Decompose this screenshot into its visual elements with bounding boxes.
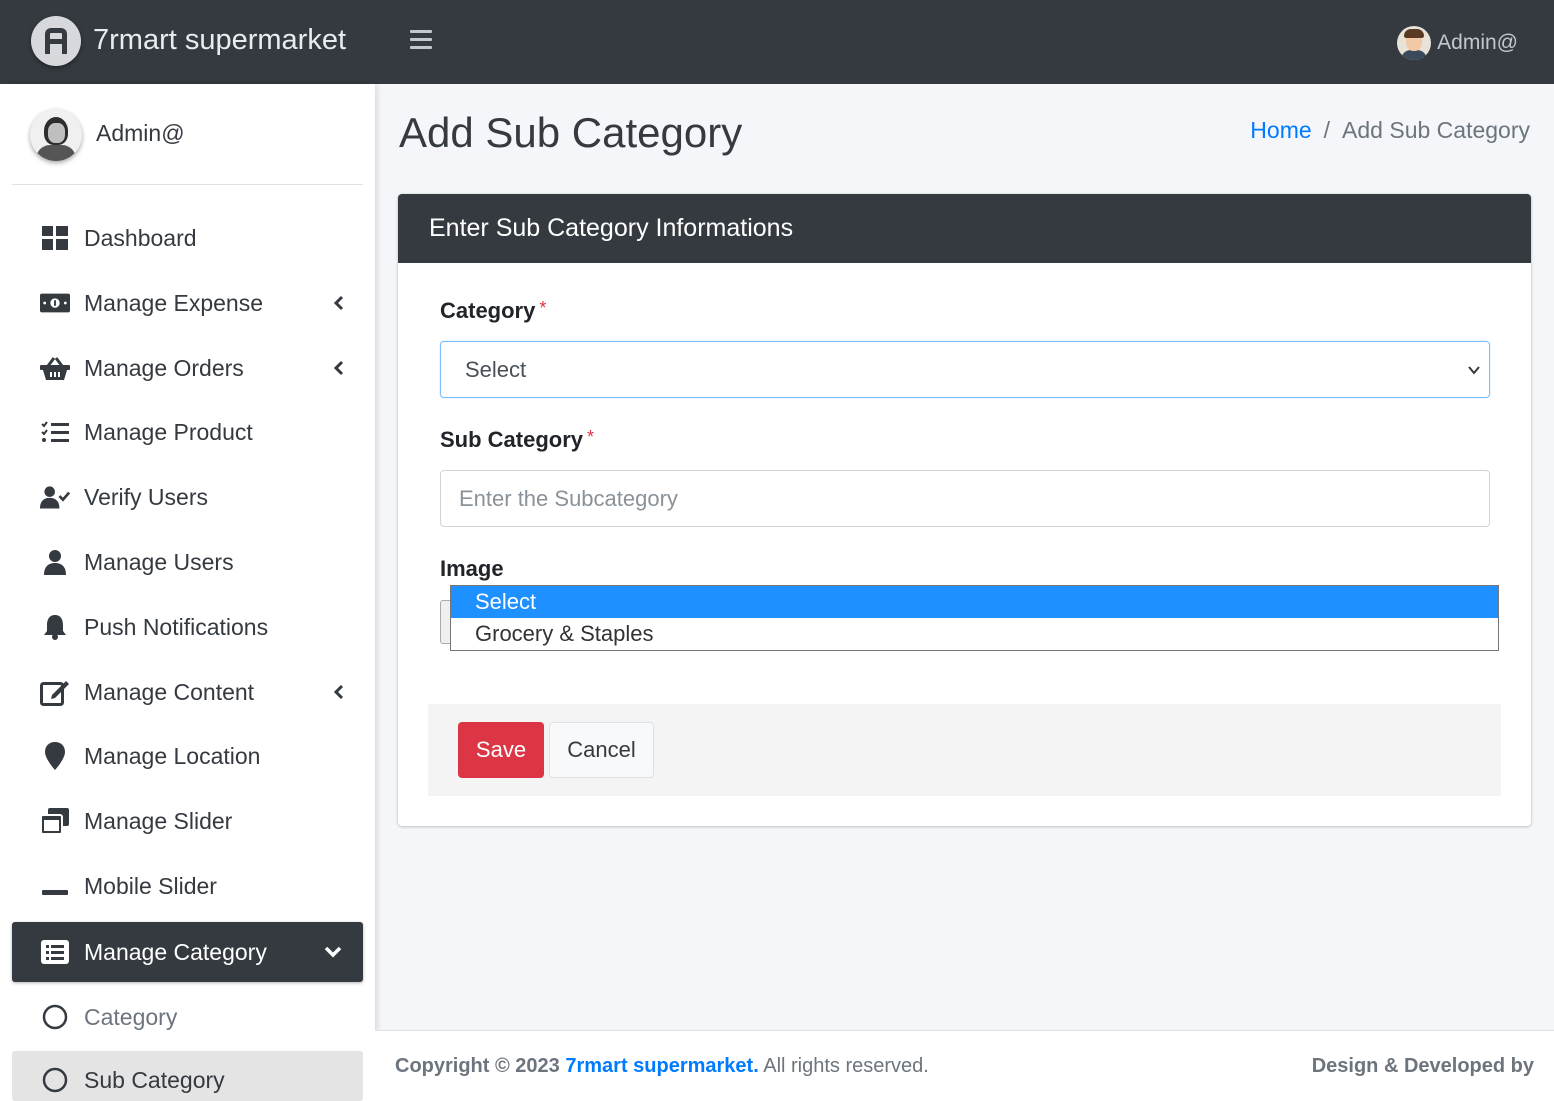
money-bill-icon xyxy=(40,288,70,318)
sidebar-item-label: Manage Slider xyxy=(84,807,233,834)
sidebar-item-label: Manage Category xyxy=(84,938,267,965)
sidebar-item-label: Push Notifications xyxy=(84,613,269,640)
sidebar-item-manage-product[interactable]: Manage Product xyxy=(12,402,363,462)
subcategory-input[interactable] xyxy=(440,470,1490,527)
brand-logo-icon xyxy=(31,16,81,66)
sidebar-item-label: Mobile Slider xyxy=(84,872,217,899)
sidebar-item-manage-expense[interactable]: Manage Expense xyxy=(12,273,363,333)
required-mark: * xyxy=(539,298,547,318)
image-label: Image xyxy=(440,556,504,581)
breadcrumb-home-link[interactable]: Home xyxy=(1250,117,1311,144)
circle-icon xyxy=(40,1002,70,1032)
sidebar-item-mobile-slider[interactable]: Mobile Slider xyxy=(12,856,363,916)
list-alt-icon xyxy=(40,937,70,967)
category-select-value: Select xyxy=(465,357,527,382)
sidebar: Admin@ Dashboard Manage Expense Manage O… xyxy=(0,84,375,1101)
top-user-menu[interactable]: Admin@ xyxy=(1397,26,1518,60)
dashboard-icon xyxy=(40,223,70,253)
breadcrumb: Home / Add Sub Category xyxy=(1250,117,1530,144)
minus-icon xyxy=(40,871,70,901)
footer-credit: Design & Developed by xyxy=(1311,1055,1534,1077)
hamburger-menu-icon[interactable] xyxy=(410,30,432,50)
sidebar-user-name[interactable]: Admin@ xyxy=(96,120,185,147)
card-title: Enter Sub Category Informations xyxy=(429,214,794,242)
sidebar-item-label: Manage Content xyxy=(84,678,255,705)
user-avatar xyxy=(30,109,82,161)
sidebar-item-verify-users[interactable]: Verify Users xyxy=(12,467,363,527)
dropdown-option-select[interactable]: Select xyxy=(451,586,1498,618)
brand[interactable]: 7rmart supermarket xyxy=(0,0,375,84)
chevron-left-icon xyxy=(333,360,344,376)
sidebar-item-dashboard[interactable]: Dashboard xyxy=(12,208,363,268)
chevron-left-icon xyxy=(333,295,344,311)
window-restore-icon xyxy=(40,806,70,836)
dropdown-option-grocery[interactable]: Grocery & Staples xyxy=(451,618,1498,650)
list-check-icon xyxy=(40,417,70,447)
edit-icon xyxy=(40,677,70,707)
sidebar-item-label: Sub Category xyxy=(84,1067,225,1093)
sidebar-item-category[interactable]: Category xyxy=(12,987,363,1047)
sidebar-item-manage-content[interactable]: Manage Content xyxy=(12,662,363,722)
chevron-down-icon xyxy=(1468,366,1480,375)
sidebar-item-manage-category[interactable]: Manage Category xyxy=(12,922,363,982)
sidebar-item-label: Manage Location xyxy=(84,742,261,769)
cancel-button[interactable]: Cancel xyxy=(549,722,654,778)
sidebar-item-label: Verify Users xyxy=(84,483,208,510)
user-check-icon xyxy=(40,482,70,512)
sidebar-item-manage-orders[interactable]: Manage Orders xyxy=(12,338,363,398)
sidebar-item-label: Category xyxy=(84,1003,178,1030)
chevron-left-icon xyxy=(333,684,344,700)
chevron-down-icon xyxy=(324,946,342,958)
basket-icon xyxy=(40,353,70,383)
sidebar-item-manage-slider[interactable]: Manage Slider xyxy=(12,791,363,851)
sidebar-item-label: Manage Product xyxy=(84,418,253,445)
sidebar-item-label: Dashboard xyxy=(84,224,197,251)
breadcrumb-current: Add Sub Category xyxy=(1342,117,1530,143)
breadcrumb-separator: / xyxy=(1323,117,1331,143)
map-marker-icon xyxy=(40,741,70,771)
required-mark: * xyxy=(587,427,595,447)
sidebar-item-label: Manage Expense xyxy=(84,289,264,316)
sidebar-item-push-notifications[interactable]: Push Notifications xyxy=(12,597,363,657)
avatar xyxy=(1397,26,1432,60)
brand-name: 7rmart supermarket xyxy=(93,24,347,56)
sidebar-item-label: Manage Users xyxy=(84,548,234,575)
footer-brand-link[interactable]: 7rmart supermarket. xyxy=(565,1055,758,1077)
card-header: Enter Sub Category Informations xyxy=(398,194,1531,263)
top-user-name: Admin@ xyxy=(1437,31,1518,54)
sidebar-item-label: Manage Orders xyxy=(84,354,244,381)
subcategory-label: Sub Category * xyxy=(440,427,595,452)
page-footer: Copyright © 2023 7rmart supermarket. All… xyxy=(375,1030,1554,1101)
category-dropdown-list[interactable]: Select Grocery & Staples xyxy=(450,585,1499,651)
save-button[interactable]: Save xyxy=(458,722,544,778)
user-icon xyxy=(40,547,70,577)
category-label: Category * xyxy=(440,298,547,323)
top-navbar xyxy=(375,0,1554,84)
category-select[interactable]: Select xyxy=(440,341,1490,398)
sidebar-item-manage-users[interactable]: Manage Users xyxy=(12,532,363,592)
sidebar-item-manage-location[interactable]: Manage Location xyxy=(12,726,363,786)
footer-copyright: Copyright © 2023 7rmart supermarket. All… xyxy=(395,1055,929,1077)
user-panel: Admin@ xyxy=(12,84,363,185)
bell-icon xyxy=(40,612,70,642)
page-title: Add Sub Category xyxy=(399,109,743,156)
sidebar-item-sub-category[interactable]: Sub Category xyxy=(12,1051,363,1101)
circle-icon xyxy=(40,1065,70,1095)
